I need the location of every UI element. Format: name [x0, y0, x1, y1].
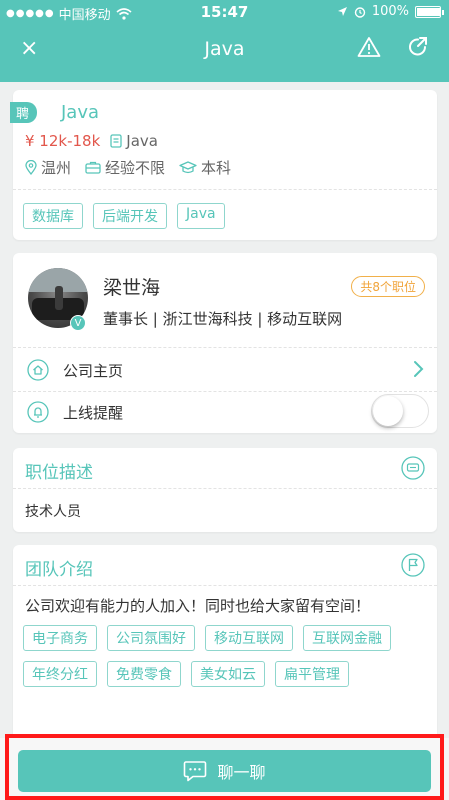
- report-warning-icon[interactable]: [357, 36, 381, 58]
- nav-bar: × Java: [0, 28, 449, 74]
- recruiter-card: V 梁世海 共8个职位 董事长 | 浙江世海科技 | 移动互联网 公司主页 上线…: [13, 253, 437, 433]
- salary: ¥ 12k-18k: [25, 132, 101, 150]
- online-reminder-toggle[interactable]: [371, 394, 429, 428]
- location-arrow-icon: [337, 7, 347, 16]
- status-bar: ●●●●● 中国移动 15:47 100%: [0, 0, 449, 24]
- team-tag: 移动互联网: [205, 625, 293, 651]
- jobs-count-badge[interactable]: 共8个职位: [351, 276, 425, 297]
- team-tag: 电子商务: [23, 625, 97, 651]
- category-icon: [110, 134, 122, 148]
- graduation-cap-icon: [179, 161, 197, 174]
- alarm-icon: [354, 6, 366, 18]
- section-title: 团队介绍: [25, 560, 93, 580]
- job-category: Java: [126, 132, 158, 150]
- team-tag: 扁平管理: [275, 661, 349, 687]
- chat-button[interactable]: 聊一聊: [18, 750, 431, 792]
- chat-icon: [184, 761, 207, 782]
- online-reminder-label: 上线提醒: [63, 404, 124, 422]
- section-title: 职位描述: [25, 463, 93, 483]
- online-reminder-row: 上线提醒: [13, 391, 437, 433]
- job-experience: 经验不限: [105, 159, 166, 177]
- hiring-badge: 聘: [10, 102, 38, 123]
- share-icon[interactable]: [407, 36, 429, 58]
- team-tag: 年终分红: [23, 661, 97, 687]
- chevron-right-icon: [414, 361, 424, 377]
- chat-button-label: 聊一聊: [217, 763, 266, 782]
- divider: [13, 347, 437, 348]
- company-home-label: 公司主页: [63, 362, 124, 380]
- page-title: Java: [204, 38, 245, 60]
- team-text: 公司欢迎有能力的人加入！同时也给大家留有空间！: [25, 597, 371, 615]
- recruiter-name: 梁世海: [103, 277, 161, 299]
- bell-icon: [27, 401, 49, 423]
- home-icon: [27, 359, 49, 381]
- briefcase-icon: [85, 161, 101, 174]
- job-city: 温州: [41, 159, 72, 177]
- company-home-row[interactable]: 公司主页: [13, 349, 437, 391]
- job-title: Java: [61, 102, 100, 123]
- chat-bubble-icon: [401, 456, 425, 480]
- location-icon: [25, 160, 37, 175]
- job-tag: 后端开发: [93, 203, 167, 229]
- verified-badge: V: [70, 315, 86, 331]
- top-bar: ●●●●● 中国移动 15:47 100% × Java: [0, 0, 449, 82]
- team-intro-card: 团队介绍 公司欢迎有能力的人加入！同时也给大家留有空间！ 电子商务 公司氛围好 …: [13, 545, 437, 740]
- job-tag: 数据库: [23, 203, 83, 229]
- divider: [13, 488, 437, 489]
- flag-icon: [401, 553, 425, 577]
- battery-icon: [415, 5, 444, 18]
- team-tag: 公司氛围好: [107, 625, 195, 651]
- job-education: 本科: [201, 159, 232, 177]
- description-text: 技术人员: [25, 504, 81, 520]
- team-tag: 互联网金融: [303, 625, 391, 651]
- divider: [13, 189, 437, 190]
- team-tag: 免费零食: [107, 661, 181, 687]
- recruiter-info: 董事长 | 浙江世海科技 | 移动互联网: [103, 310, 343, 328]
- team-tags: 电子商务 公司氛围好 移动互联网 互联网金融 年终分红 免费零食 美女如云 扁平…: [23, 625, 427, 687]
- battery-percent: 100%: [371, 4, 409, 19]
- job-tag: Java: [177, 203, 225, 229]
- team-tag: 美女如云: [191, 661, 265, 687]
- job-tags: 数据库 后端开发 Java: [23, 203, 225, 229]
- divider: [13, 585, 437, 586]
- job-card: 聘 Java ¥ 12k-18k Java 温州 经验不限 本科 数据库 后端开…: [10, 90, 437, 240]
- bottom-bar: 聊一聊: [0, 738, 449, 800]
- job-description-card: 职位描述 技术人员: [13, 448, 437, 532]
